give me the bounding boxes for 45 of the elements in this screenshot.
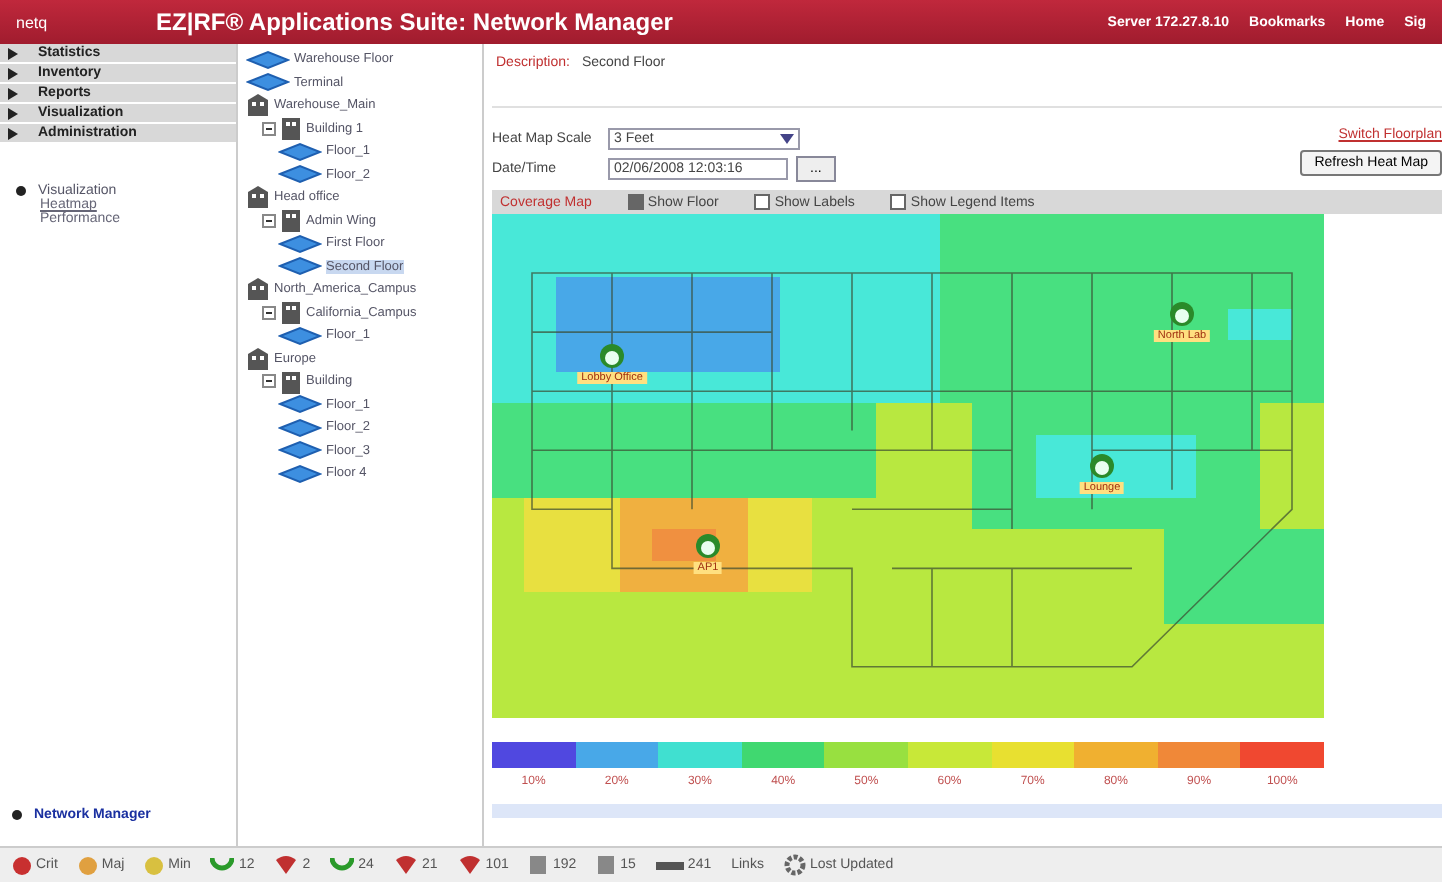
bullet-icon [16, 186, 26, 196]
device-icon [596, 854, 617, 876]
access-point-icon[interactable] [694, 532, 722, 561]
logo: netq [16, 13, 50, 31]
alarm-icon [12, 855, 32, 875]
building-icon [246, 184, 270, 211]
building-icon [280, 116, 302, 141]
floor-icon [278, 256, 322, 277]
floor-icon [278, 164, 322, 185]
settings-icon [783, 854, 806, 876]
caret-icon [780, 133, 794, 145]
building-icon [280, 369, 302, 394]
floor-icon [278, 233, 322, 254]
alarm-icon [144, 855, 165, 875]
floor-icon [246, 72, 290, 93]
floor-icon [278, 463, 322, 484]
alarm-icon [77, 855, 98, 875]
down-status-icon [274, 854, 299, 876]
scrollbar[interactable] [492, 804, 1442, 818]
bullet-icon [12, 810, 22, 820]
device-icon [528, 854, 549, 876]
access-point-icon[interactable] [598, 341, 626, 370]
collapse-toggle[interactable] [262, 121, 276, 136]
building-icon [280, 208, 302, 233]
app-title: EZ|RF® Applications Suite: Network Manager [156, 8, 673, 36]
up-status-icon [330, 854, 355, 876]
building-icon [246, 276, 270, 303]
floor-icon [246, 49, 290, 70]
link-icon [655, 859, 684, 871]
collapse-toggle[interactable] [262, 305, 276, 320]
access-point-icon[interactable] [1088, 452, 1116, 480]
collapse-toggle[interactable] [262, 374, 276, 389]
building-icon [246, 345, 270, 372]
floor-icon [278, 417, 322, 438]
down-status-icon [457, 854, 482, 876]
access-point-icon[interactable] [1168, 300, 1196, 329]
building-icon [246, 92, 270, 119]
floor-icon [278, 440, 322, 461]
floor-icon [278, 394, 322, 415]
floor-icon [278, 141, 322, 162]
up-status-icon [210, 854, 235, 876]
down-status-icon [393, 854, 418, 876]
building-icon [280, 300, 302, 325]
floor-icon [278, 325, 322, 346]
collapse-toggle[interactable] [262, 213, 276, 228]
